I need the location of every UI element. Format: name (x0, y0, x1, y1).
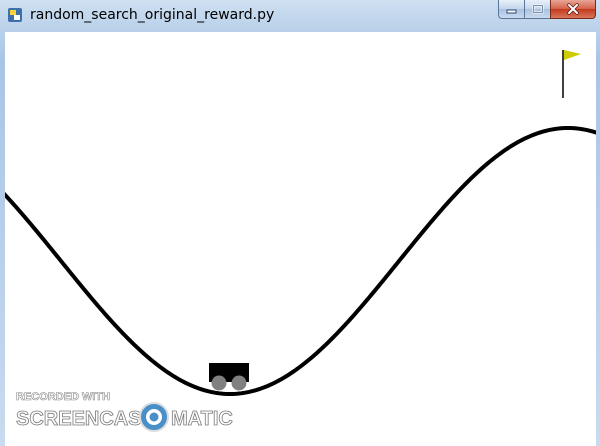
watermark-recorded-with: RECORDED WITH (16, 391, 110, 403)
close-button[interactable] (550, 0, 596, 19)
car (209, 363, 249, 391)
close-icon (567, 3, 579, 15)
flag-cloth (564, 50, 581, 60)
game-viewport (5, 32, 596, 446)
screencast-watermark: RECORDED WITH SCREENCAST MATIC (16, 391, 233, 432)
app-window: random_search_original_reward.py RECORDE… (0, 0, 600, 446)
mountain-track (5, 126, 596, 396)
game-scene (5, 50, 596, 396)
watermark-brand-left: SCREENCAST (16, 408, 154, 430)
maximize-icon (532, 4, 543, 14)
watermark-brand-right: MATIC (171, 408, 233, 430)
minimize-button[interactable] (498, 0, 524, 19)
window-title: random_search_original_reward.py (30, 7, 275, 23)
python-app-icon (8, 8, 22, 22)
title-bar[interactable]: random_search_original_reward.py (0, 0, 600, 32)
screencast-logo-icon (139, 402, 169, 432)
minimize-icon (506, 9, 516, 14)
goal-flag (562, 50, 581, 98)
maximize-button[interactable] (524, 0, 550, 19)
window-controls (498, 0, 596, 20)
